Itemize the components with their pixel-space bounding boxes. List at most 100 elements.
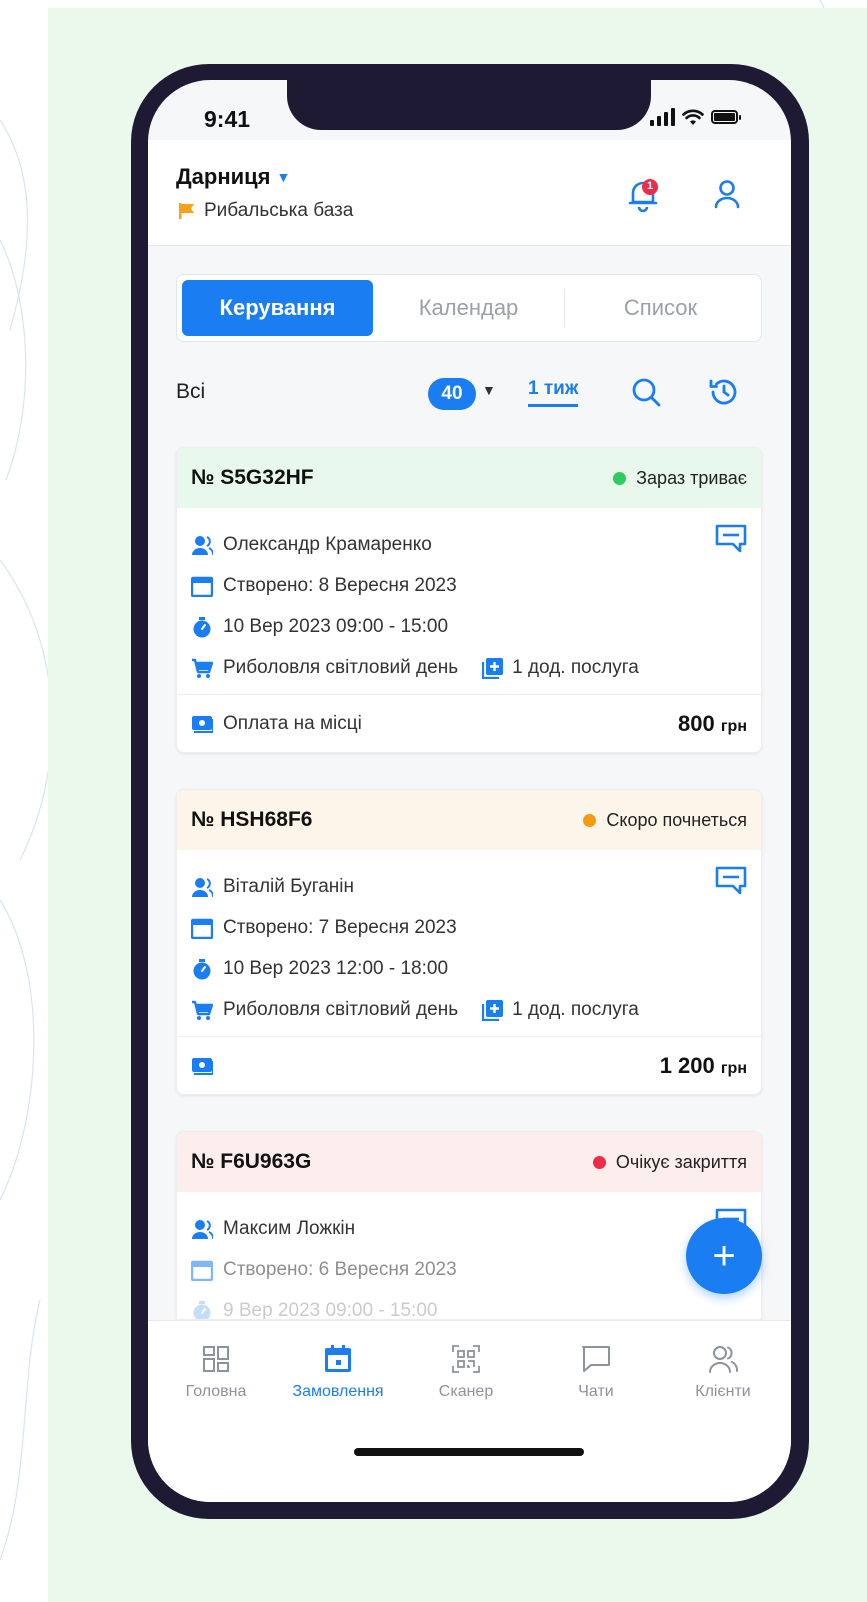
period-filter[interactable]: 1 тиж [528,378,579,407]
timer-icon [192,957,212,980]
bottom-nav: Головна Замовлення Сканер Чати Клієнти [148,1320,791,1502]
wifi-icon [682,109,704,125]
money-icon [191,1056,213,1075]
add-service-icon [482,998,505,1021]
order-payment [191,1055,223,1077]
chat-icon[interactable] [715,524,747,554]
money-icon [191,714,213,733]
order-time: 10 Вер 2023 12:00 - 18:00 [191,948,747,989]
order-status: Очікує закриття [592,1151,747,1173]
order-card-body: Віталій Буганін Створено: 7 Вересня 2023… [177,850,761,1036]
tab-calendar[interactable]: Календар [373,280,564,336]
order-extras: 1 дод. послуга [482,998,639,1021]
nav-label: Замовлення [292,1383,384,1400]
order-price-currency: грн [720,1059,747,1077]
order-card-header: № F6U963G Очікує закриття [177,1132,761,1192]
nav-item-scanner[interactable]: Сканер [406,1343,526,1401]
order-time-text: 10 Вер 2023 09:00 - 15:00 [223,615,449,637]
search-icon [632,378,661,407]
order-number: № S5G32HF [191,466,314,489]
nav-item-chats[interactable]: Чати [536,1343,656,1401]
order-client: Максим Ложкін [191,1208,747,1249]
grid-icon [203,1346,229,1372]
order-time-text: 9 Вер 2023 09:00 - 15:00 [223,1299,438,1320]
view-tabs: Керування Календар Список [176,274,762,342]
order-card-body: Олександр Крамаренко Створено: 8 Вересня… [177,508,761,694]
add-order-button[interactable]: + [686,1218,762,1294]
nav-item-home[interactable]: Головна [156,1343,276,1401]
filter-scope[interactable]: Всі [176,380,205,404]
notification-badge: 1 [646,180,654,192]
flag-icon [179,203,194,219]
qr-icon [452,1345,480,1373]
nav-label: Сканер [438,1383,494,1400]
order-price-value: 800 [678,710,715,736]
filter-row: Всі 40 ▼ 1 тиж [176,372,762,416]
order-created: Створено: 6 Вересня 2023 [191,1249,747,1290]
order-client: Олександр Крамаренко [191,524,747,565]
order-status-label: Очікує закриття [615,1151,747,1172]
order-time-text: 10 Вер 2023 12:00 - 18:00 [223,957,449,979]
timer-icon [192,1299,212,1319]
nav-label: Чати [578,1383,614,1400]
notifications-button[interactable]: 1 [624,176,662,214]
users-icon [191,1218,213,1240]
location-name: Дарниця [176,164,271,189]
order-card[interactable]: № S5G32HF Зараз триває Олександр Крамаре… [176,447,762,753]
users-icon [191,876,213,898]
home-indicator [354,1448,584,1456]
order-extras-text: 1 дод. послуга [512,998,639,1020]
order-status-label: Зараз триває [636,467,747,488]
tab-management[interactable]: Керування [182,280,373,336]
history-icon [709,379,737,405]
order-card[interactable]: № F6U963G Очікує закриття Максим Ложкін … [176,1131,762,1320]
order-payment: Оплата на місці [191,713,362,735]
order-number: № HSH68F6 [191,808,313,831]
order-created: Створено: 8 Вересня 2023 [191,565,747,606]
order-price: 1 200 грн [660,1053,747,1079]
cart-icon [191,658,213,679]
order-time: 9 Вер 2023 09:00 - 15:00 [191,1290,747,1320]
nav-label: Головна [185,1383,247,1400]
order-created-text: Створено: 6 Вересня 2023 [223,1258,457,1280]
nav-item-clients[interactable]: Клієнти [663,1343,783,1401]
chat-icon[interactable] [715,866,747,896]
history-button[interactable] [706,374,742,410]
order-time: 10 Вер 2023 09:00 - 15:00 [191,606,747,647]
order-card-header: № HSH68F6 Скоро почнеться [177,790,761,850]
order-service: Риболовля світловий день 1 дод. послуга [191,989,747,1030]
search-button[interactable] [628,374,664,410]
status-icons [650,108,741,126]
order-service: Риболовля світловий день 1 дод. послуга [191,647,747,688]
sublocation-name: Рибальська база [204,200,354,221]
order-created-text: Створено: 7 Вересня 2023 [223,916,457,938]
users-icon [709,1346,739,1373]
timer-icon [192,615,212,638]
calendar-icon [191,576,213,597]
tab-list[interactable]: Список [565,280,756,336]
phone-notch [287,68,651,130]
order-created-text: Створено: 8 Вересня 2023 [223,574,457,596]
order-service-name: Риболовля світловий день [223,998,459,1020]
users-icon [191,534,213,556]
location-selector[interactable]: Дарниця ▼ [176,164,290,190]
order-payment-text: Оплата на місці [223,712,362,734]
nav-label: Клієнти [695,1383,751,1400]
order-card[interactable]: № HSH68F6 Скоро почнеться Віталій Бугані… [176,789,762,1095]
order-status: Скоро почнеться [583,810,747,831]
order-client-name: Віталій Буганін [223,875,354,897]
status-time: 9:41 [204,106,251,132]
order-service-name: Риболовля світловий день [223,656,459,678]
battery-icon [711,110,741,124]
status-dot [592,1155,606,1169]
calendar-icon [191,918,213,939]
nav-item-orders[interactable]: Замовлення [278,1343,398,1401]
profile-button[interactable] [708,176,746,214]
order-price-value: 1 200 [659,1052,715,1078]
chevron-down-icon[interactable]: ▼ [482,382,496,398]
orders-count-badge[interactable]: 40 [428,378,476,410]
user-icon [714,180,740,209]
add-service-icon [482,656,505,679]
status-dot [583,813,597,827]
order-card-footer: Оплата на місці 800 грн [177,694,761,752]
